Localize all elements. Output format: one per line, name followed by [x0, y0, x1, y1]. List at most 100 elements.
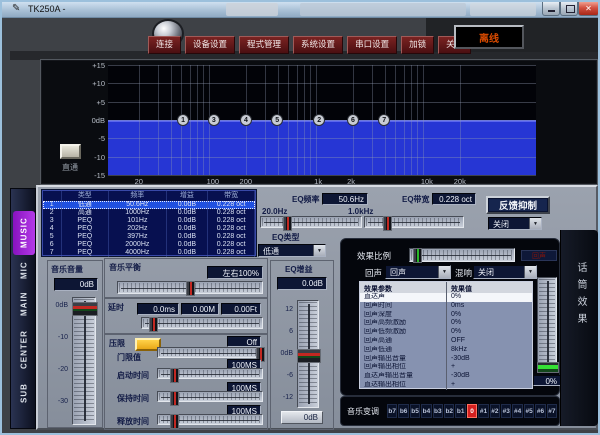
echo-value: 回声 [390, 268, 406, 277]
title-bar[interactable]: ✎ TK250A - ✕ [2, 2, 600, 18]
eq-gain-slider[interactable] [297, 300, 319, 408]
hold-label: 保持时间 [117, 393, 149, 404]
effect-row[interactable]: 回声深度0% [360, 311, 532, 320]
effect-param: 回声时间 [360, 302, 446, 311]
pitch-button-b3[interactable]: b3 [433, 404, 443, 418]
effect-row[interactable]: 回声时间0ms [360, 302, 532, 311]
menu-button-串口设置[interactable]: 串口设置 [347, 36, 397, 54]
eq-gain-handle[interactable] [297, 349, 321, 363]
eq-freq-slider-handle[interactable] [283, 216, 292, 231]
release-slider[interactable] [157, 414, 263, 425]
eq-plot-area[interactable]: 1345267 [108, 65, 536, 175]
pitch-button-b4[interactable]: b4 [421, 404, 431, 418]
pitch-button-b1[interactable]: b1 [455, 404, 465, 418]
effect-level-handle[interactable] [537, 362, 559, 373]
close-button[interactable]: ✕ [578, 2, 599, 16]
effect-row[interactable]: 直达输出相位+ [360, 381, 532, 390]
channel-tab-music[interactable]: MUSIC [13, 211, 35, 255]
eq-band-marker-6[interactable]: 6 [347, 114, 359, 126]
compressor-panel: 压限 Off 门限值 100MS 启动时间 100MS 保持时间 100MS 释… [104, 334, 268, 430]
bypass-button[interactable] [60, 144, 81, 159]
channel-tab-mic[interactable]: MIC [13, 255, 35, 285]
eq-table-row-6[interactable]: 6PEQ2000Hz0.0dB0.228 oct [43, 241, 255, 249]
menu-button-连接[interactable]: 连接 [148, 36, 181, 54]
balance-handle[interactable] [186, 281, 195, 296]
eq-table-row-5[interactable]: 5PEQ397Hz0.0dB0.228 oct [43, 233, 255, 241]
effect-ratio-handle[interactable] [413, 248, 422, 263]
echo-dropdown[interactable]: 回声 ▼ [385, 265, 451, 279]
eq-gain-panel: EQ增益 0.0dB 0dB 1260dB-6-12 [270, 260, 334, 430]
effect-level-slider[interactable] [537, 277, 557, 373]
eq-gain-bottom-value[interactable]: 0dB [281, 411, 323, 424]
menu-button-设备设置[interactable]: 设备设置 [185, 36, 235, 54]
chevron-down-icon[interactable]: ▼ [313, 245, 325, 256]
pitch-button-b7[interactable]: b7 [387, 404, 397, 418]
pitch-button-#5[interactable]: #5 [524, 404, 534, 418]
reverb-dropdown[interactable]: 关闭 ▼ [473, 265, 537, 279]
eq-band-marker-1[interactable]: 1 [177, 114, 189, 126]
hold-slider[interactable] [157, 391, 263, 402]
chevron-down-icon[interactable]: ▼ [438, 266, 450, 278]
minimize-button[interactable] [542, 2, 560, 16]
eq-band-marker-3[interactable]: 3 [208, 114, 220, 126]
eq-table-cell: PEQ [62, 241, 110, 249]
menu-button-程式管理[interactable]: 程式管理 [239, 36, 289, 54]
pitch-button-#3[interactable]: #3 [501, 404, 511, 418]
channel-tab-sub[interactable]: SUB [13, 377, 35, 409]
channel-tab-center[interactable]: CENTER [13, 325, 35, 375]
effect-row[interactable]: 回声高通OFF [360, 337, 532, 346]
pitch-button-b6[interactable]: b6 [398, 404, 408, 418]
balance-panel: 音乐平衡 左右100% [104, 258, 268, 298]
eq-table-cell: 高通 [62, 209, 110, 217]
effect-row[interactable]: 回声高频激励0% [360, 319, 532, 328]
eq-table-row-3[interactable]: 3PEQ101Hz0.0dB0.228 oct [43, 217, 255, 225]
eq-table-row-2[interactable]: 2高通1000Hz0.0dB0.228 oct [43, 209, 255, 217]
eq-freq-slider[interactable] [260, 216, 362, 228]
release-handle[interactable] [170, 414, 179, 429]
pitch-button-b5[interactable]: b5 [410, 404, 420, 418]
grid-line-v [139, 65, 140, 175]
maximize-button[interactable] [560, 2, 578, 16]
pitch-button-0[interactable]: 0 [467, 404, 477, 418]
pitch-button-#2[interactable]: #2 [490, 404, 500, 418]
eq-bw-slider-handle[interactable] [383, 216, 392, 231]
delay-slider[interactable] [141, 317, 263, 329]
attack-handle[interactable] [170, 368, 179, 383]
pitch-button-#6[interactable]: #6 [535, 404, 545, 418]
eq-table-cell: 1000Hz [109, 209, 166, 217]
pitch-button-b2[interactable]: b2 [444, 404, 454, 418]
balance-slider[interactable] [117, 281, 263, 294]
eq-bw-slider[interactable] [364, 216, 464, 228]
channel-tab-main[interactable]: MAIN [13, 285, 35, 323]
chevron-down-icon[interactable]: ▼ [529, 218, 541, 229]
music-volume-slider[interactable] [72, 297, 96, 425]
eq-type-dropdown[interactable]: 低通 ▼ [258, 244, 326, 257]
eq-band-marker-4[interactable]: 4 [240, 114, 252, 126]
grid-line-h [108, 175, 536, 176]
effect-row[interactable]: 回声低频激励0% [360, 328, 532, 337]
threshold-slider[interactable] [157, 347, 263, 358]
menu-button-系统设置[interactable]: 系统设置 [293, 36, 343, 54]
effect-ratio-slider[interactable] [409, 248, 515, 262]
effect-row[interactable]: 直达声输出音量-30dB [360, 372, 532, 381]
eq-table-row-4[interactable]: 4PEQ202Hz0.0dB0.228 oct [43, 225, 255, 233]
effect-row[interactable]: 回声低通8kHz [360, 346, 532, 355]
pitch-button-#7[interactable]: #7 [547, 404, 557, 418]
eq-table-row-7[interactable]: 7PEQ4000Hz0.0dB0.228 oct [43, 249, 255, 257]
eq-table-row-1[interactable]: 1低通50.6Hz0.0dB0.228 oct [43, 201, 255, 209]
chevron-down-icon[interactable]: ▼ [524, 266, 536, 278]
mic-effects-tab[interactable]: 话筒效果 [560, 230, 598, 426]
effect-row[interactable]: 直达声0% [360, 293, 532, 302]
delay-handle[interactable] [149, 317, 158, 332]
effect-row[interactable]: 回声输出音量-30dB [360, 355, 532, 364]
pitch-button-#1[interactable]: #1 [478, 404, 488, 418]
effect-parameter-list: 效果参数 效果值 直达声0%回声时间0ms回声深度0%回声高频激励0%回声低频激… [359, 281, 533, 389]
attack-slider[interactable] [157, 368, 263, 379]
feedback-suppression-button[interactable]: 反馈抑制 [486, 196, 550, 214]
menu-button-加锁[interactable]: 加锁 [401, 36, 434, 54]
music-volume-handle[interactable] [72, 302, 98, 316]
pitch-button-#4[interactable]: #4 [512, 404, 522, 418]
feedback-dropdown[interactable]: 关闭 ▼ [488, 217, 542, 230]
hold-handle[interactable] [170, 391, 179, 406]
effect-row[interactable]: 回声输出相位+ [360, 363, 532, 372]
